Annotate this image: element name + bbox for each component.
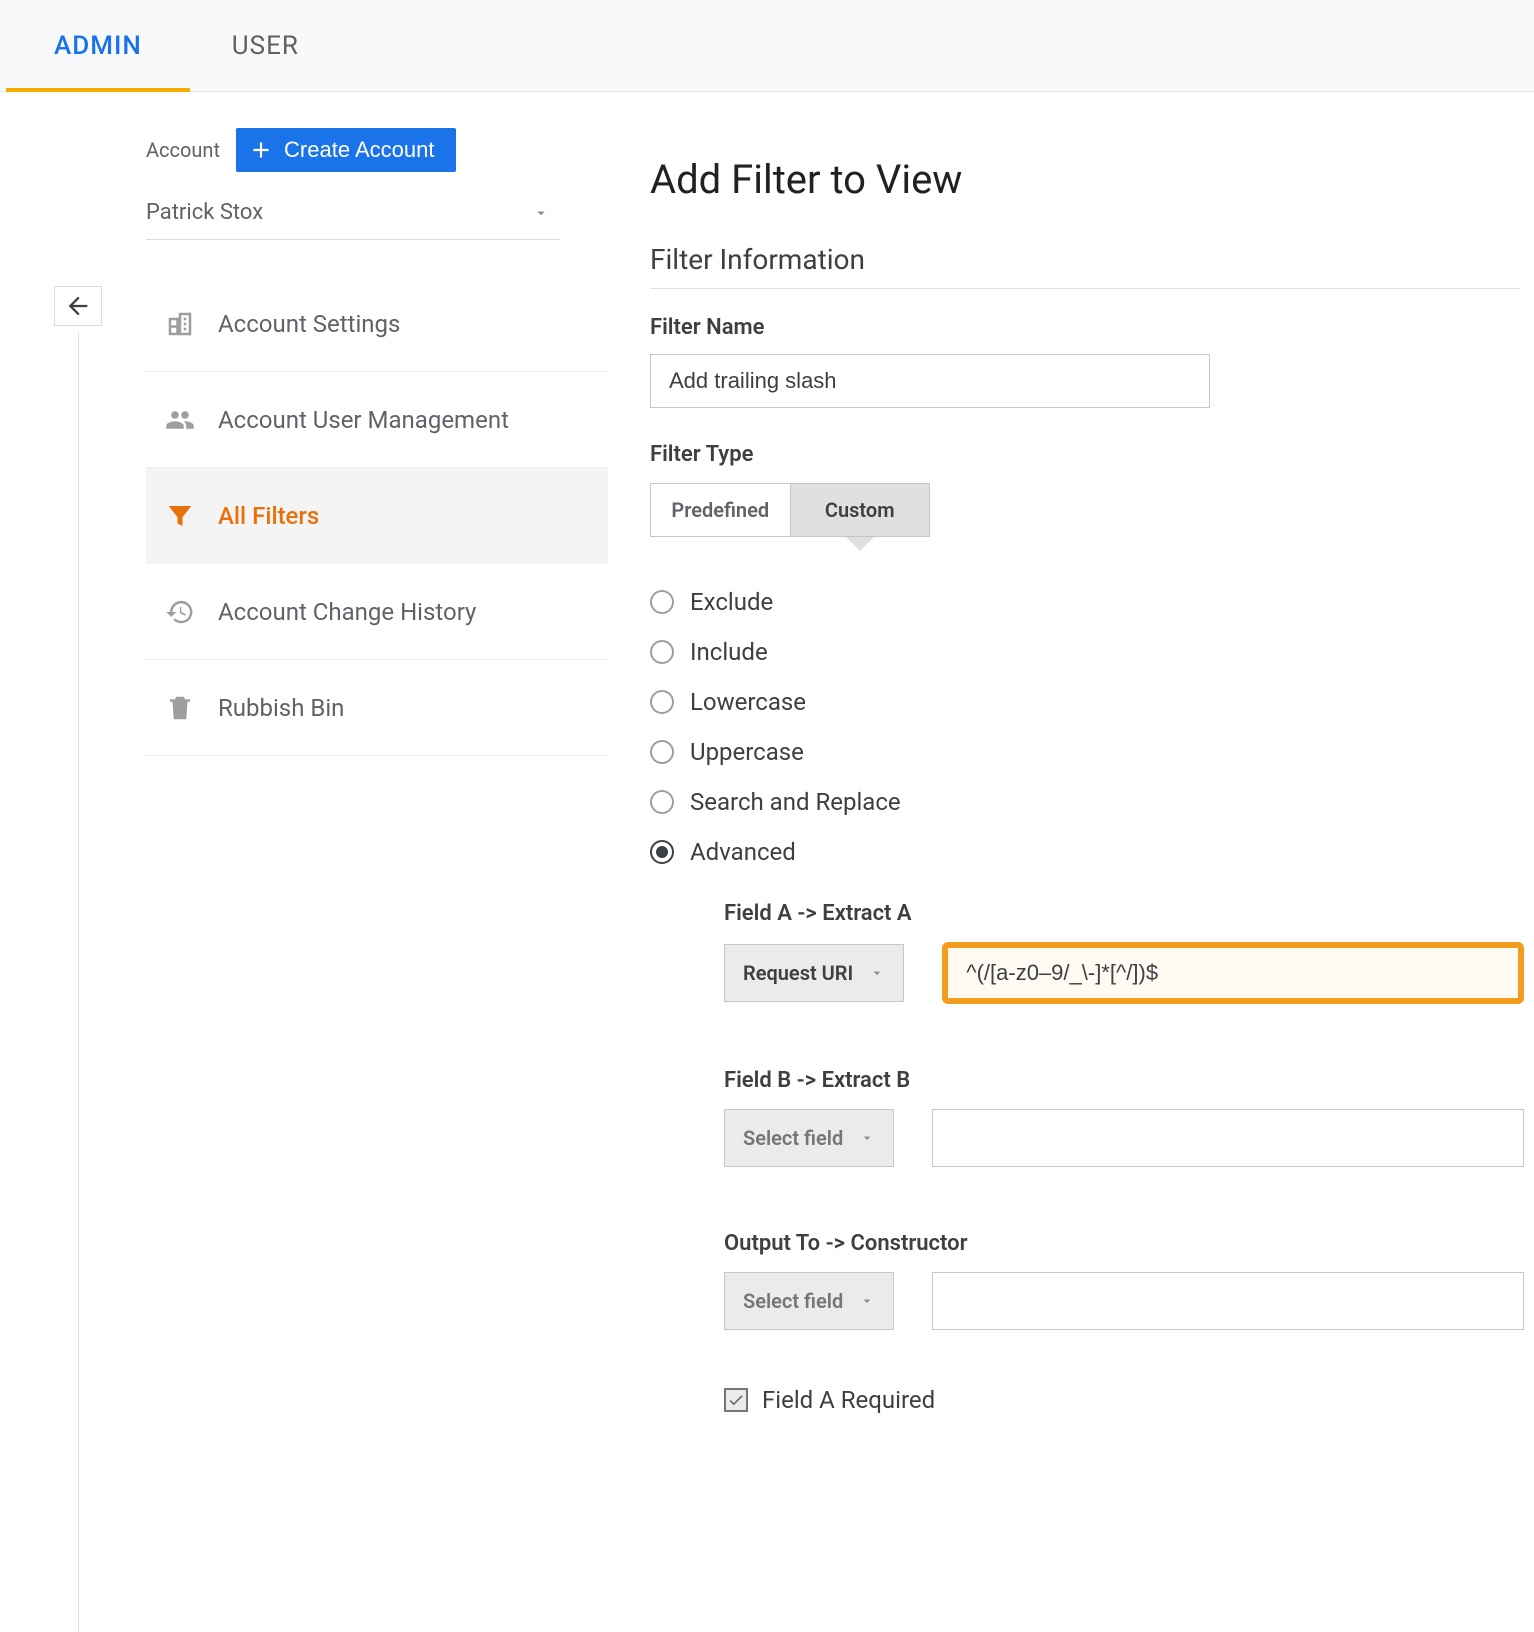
nav-label: All Filters xyxy=(218,502,319,530)
field-b-label: Field B -> Extract B xyxy=(724,1068,1524,1093)
output-label: Output To -> Constructor xyxy=(724,1231,1524,1256)
account-select[interactable]: Patrick Stox xyxy=(146,186,560,240)
filter-name-input[interactable] xyxy=(650,354,1210,408)
plus-icon xyxy=(248,137,274,163)
filter-icon xyxy=(162,501,198,531)
segment-pointer xyxy=(846,537,874,551)
advanced-section: Field A -> Extract A Request URI Field B… xyxy=(724,901,1524,1330)
field-a-highlight xyxy=(942,942,1524,1004)
trash-icon xyxy=(162,693,198,723)
create-account-label: Create Account xyxy=(284,137,434,163)
field-a-expression-input[interactable] xyxy=(952,948,1268,998)
account-selected-value: Patrick Stox xyxy=(146,200,263,225)
radio-icon xyxy=(650,590,674,614)
back-arrow-icon xyxy=(64,292,92,320)
radio-label: Include xyxy=(690,638,768,666)
history-icon xyxy=(162,597,198,627)
field-a-select[interactable]: Request URI xyxy=(724,944,904,1002)
radio-uppercase[interactable]: Uppercase xyxy=(650,727,1520,777)
segment-custom[interactable]: Custom xyxy=(790,483,931,537)
divider xyxy=(650,288,1520,289)
radio-label: Exclude xyxy=(690,588,773,616)
page-title: Add Filter to View xyxy=(650,156,1520,203)
back-button[interactable] xyxy=(54,286,102,326)
nav-all-filters[interactable]: All Filters xyxy=(146,468,608,564)
chevron-down-icon xyxy=(869,965,885,981)
select-value: Request URI xyxy=(743,961,853,985)
nav-rubbish-bin[interactable]: Rubbish Bin xyxy=(146,660,608,756)
tab-user[interactable]: USER xyxy=(232,0,299,91)
radio-icon xyxy=(650,740,674,764)
filter-type-label: Filter Type xyxy=(650,442,1520,467)
radio-icon xyxy=(650,790,674,814)
radio-advanced[interactable]: Advanced xyxy=(650,827,1520,877)
radio-label: Uppercase xyxy=(690,738,804,766)
radio-exclude[interactable]: Exclude xyxy=(650,577,1520,627)
radio-include[interactable]: Include xyxy=(650,627,1520,677)
segment-predefined[interactable]: Predefined xyxy=(650,483,790,537)
radio-icon xyxy=(650,640,674,664)
radio-label: Lowercase xyxy=(690,688,806,716)
building-icon xyxy=(162,309,198,339)
radio-label: Search and Replace xyxy=(690,788,901,816)
nav-account-settings[interactable]: Account Settings xyxy=(146,276,608,372)
content: Add Filter to View Filter Information Fi… xyxy=(560,92,1520,1414)
section-filter-information: Filter Information xyxy=(650,243,1520,284)
select-value: Select field xyxy=(743,1126,843,1150)
field-a-label: Field A -> Extract A xyxy=(724,901,1524,926)
nav-label: Rubbish Bin xyxy=(218,694,344,722)
nav-change-history[interactable]: Account Change History xyxy=(146,564,608,660)
account-label: Account xyxy=(146,138,220,162)
checkbox-label: Field A Required xyxy=(762,1386,935,1414)
custom-filter-radios: Exclude Include Lowercase Uppercase Sear… xyxy=(650,577,1520,877)
chevron-down-icon xyxy=(859,1130,875,1146)
chevron-down-icon xyxy=(859,1293,875,1309)
nav-user-management[interactable]: Account User Management xyxy=(146,372,608,468)
tab-admin[interactable]: ADMIN xyxy=(54,0,142,91)
nav-label: Account Settings xyxy=(218,310,400,338)
radio-icon xyxy=(650,690,674,714)
filter-type-segmented: Predefined Custom xyxy=(650,483,930,537)
chevron-down-icon xyxy=(532,204,550,222)
account-nav: Account Settings Account User Management… xyxy=(146,276,608,756)
radio-search-replace[interactable]: Search and Replace xyxy=(650,777,1520,827)
top-tabs: ADMIN USER xyxy=(0,0,1534,92)
create-account-button[interactable]: Create Account xyxy=(236,128,456,172)
field-b-expression-input[interactable] xyxy=(932,1109,1524,1167)
field-a-required-row[interactable]: Field A Required xyxy=(724,1386,1520,1414)
field-b-select[interactable]: Select field xyxy=(724,1109,894,1167)
filter-name-label: Filter Name xyxy=(650,315,1520,340)
radio-label: Advanced xyxy=(690,838,796,866)
output-expression-input[interactable] xyxy=(932,1272,1524,1330)
vertical-divider xyxy=(78,332,79,1632)
users-icon xyxy=(162,405,198,435)
radio-lowercase[interactable]: Lowercase xyxy=(650,677,1520,727)
nav-label: Account Change History xyxy=(218,598,476,626)
output-select[interactable]: Select field xyxy=(724,1272,894,1330)
nav-label: Account User Management xyxy=(218,406,509,434)
checkbox-checked-icon xyxy=(724,1388,748,1412)
select-value: Select field xyxy=(743,1289,843,1313)
radio-icon xyxy=(650,840,674,864)
